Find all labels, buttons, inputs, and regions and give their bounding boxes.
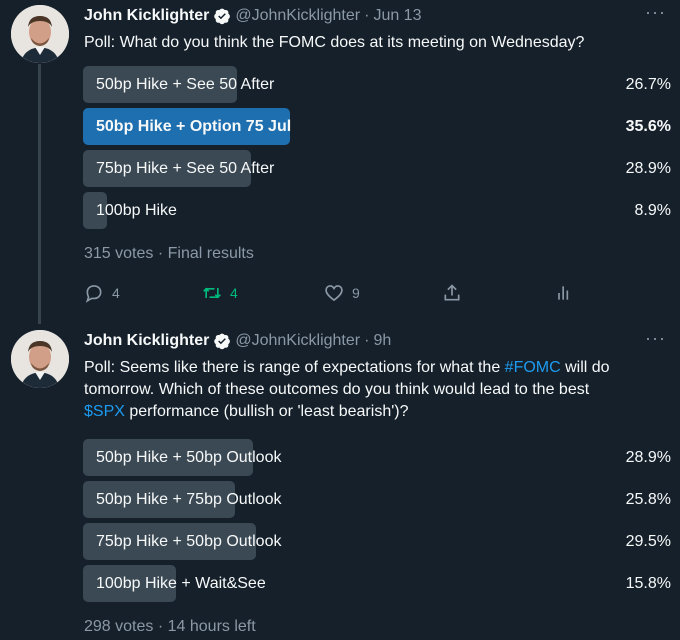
poll-option-label: 75bp Hike + 50bp Outlook bbox=[96, 533, 282, 550]
analytics-button[interactable] bbox=[554, 282, 582, 304]
poll-status: 14 hours left bbox=[167, 618, 256, 635]
separator: · bbox=[364, 332, 370, 349]
text-segment: Poll: Seems like there is range of expec… bbox=[84, 359, 505, 376]
poll-option-percent: 35.6% bbox=[625, 118, 671, 135]
tweet-actions: 4 4 9 bbox=[84, 282, 584, 306]
like-button[interactable]: 9 bbox=[324, 282, 360, 304]
hashtag-link[interactable]: #FOMC bbox=[505, 359, 561, 376]
poll-option-winner: 50bp Hike + Option 75 Jul 35.6% bbox=[83, 108, 672, 145]
author-name[interactable]: John Kicklighter bbox=[84, 332, 209, 350]
avatar-photo bbox=[11, 330, 69, 388]
share-icon bbox=[444, 284, 460, 301]
separator: · bbox=[364, 7, 370, 24]
avatar[interactable] bbox=[11, 330, 69, 388]
tweet-text-line: tomorrow. Which of these outcomes do you… bbox=[84, 381, 590, 398]
poll-status: Final results bbox=[167, 245, 254, 262]
poll-votes: 298 votes bbox=[84, 618, 154, 635]
avatar[interactable] bbox=[11, 5, 69, 63]
reply-button[interactable]: 4 bbox=[84, 282, 120, 304]
tweet-header: John Kicklighter @JohnKicklighter · 9h bbox=[84, 331, 391, 351]
timestamp[interactable]: 9h bbox=[373, 332, 391, 350]
timestamp[interactable]: Jun 13 bbox=[373, 7, 421, 25]
verified-badge-icon bbox=[214, 333, 231, 350]
poll-option: 50bp Hike + 75bp Outlook 25.8% bbox=[83, 481, 672, 518]
poll-option-percent: 8.9% bbox=[634, 202, 671, 219]
verified-badge-icon bbox=[214, 8, 231, 25]
poll-option-label: 100bp Hike bbox=[96, 202, 177, 219]
share-button[interactable] bbox=[442, 282, 470, 304]
like-count: 9 bbox=[352, 285, 360, 301]
tweet-text: Poll: What do you think the FOMC does at… bbox=[84, 34, 585, 51]
tweet-text-line: Poll: Seems like there is range of expec… bbox=[84, 357, 664, 379]
poll: 50bp Hike + See 50 After 26.7% 50bp Hike… bbox=[83, 66, 672, 234]
tweet-header: John Kicklighter @JohnKicklighter · Jun … bbox=[84, 6, 421, 26]
poll-option-label: 50bp Hike + See 50 After bbox=[96, 76, 275, 93]
poll-option: 50bp Hike + See 50 After 26.7% bbox=[83, 66, 672, 103]
text-segment: performance (bullish or 'least bearish')… bbox=[124, 403, 409, 420]
thread-line bbox=[38, 64, 41, 324]
tweet-2[interactable]: John Kicklighter @JohnKicklighter · 9h ·… bbox=[0, 326, 680, 640]
tweet-text-line: $SPX performance (bullish or 'least bear… bbox=[84, 401, 664, 423]
poll-option-label: 50bp Hike + Option 75 Jul bbox=[96, 118, 292, 135]
poll-option-percent: 25.8% bbox=[625, 491, 671, 508]
separator: · bbox=[157, 245, 164, 262]
poll-option: 75bp Hike + See 50 After 28.9% bbox=[83, 150, 672, 187]
poll: 50bp Hike + 50bp Outlook 28.9% 50bp Hike… bbox=[83, 439, 672, 607]
poll-option-percent: 26.7% bbox=[625, 76, 671, 93]
text-segment: will do bbox=[560, 359, 610, 376]
poll-option-label: 50bp Hike + 50bp Outlook bbox=[96, 449, 282, 466]
poll-meta: 298 votes · 14 hours left bbox=[84, 618, 256, 636]
poll-option: 100bp Hike 8.9% bbox=[83, 192, 672, 229]
reply-count: 4 bbox=[112, 285, 120, 301]
poll-option-percent: 29.5% bbox=[625, 533, 671, 550]
author-handle[interactable]: @JohnKicklighter bbox=[235, 332, 360, 350]
author-name[interactable]: John Kicklighter bbox=[84, 7, 209, 25]
more-icon[interactable]: ··· bbox=[645, 328, 666, 349]
poll-option: 75bp Hike + 50bp Outlook 29.5% bbox=[83, 523, 672, 560]
retweet-icon bbox=[203, 287, 221, 299]
poll-meta: 315 votes · Final results bbox=[84, 245, 254, 263]
author-handle[interactable]: @JohnKicklighter bbox=[235, 7, 360, 25]
retweet-button[interactable]: 4 bbox=[202, 282, 238, 304]
like-icon bbox=[325, 285, 343, 302]
poll-votes: 315 votes bbox=[84, 245, 154, 262]
poll-option-label: 100bp Hike + Wait&See bbox=[96, 575, 266, 592]
poll-option-percent: 15.8% bbox=[625, 575, 671, 592]
reply-icon bbox=[85, 285, 102, 303]
cashtag-link[interactable]: $SPX bbox=[84, 403, 125, 420]
poll-option-percent: 28.9% bbox=[625, 160, 671, 177]
poll-option: 50bp Hike + 50bp Outlook 28.9% bbox=[83, 439, 672, 476]
poll-option-label: 50bp Hike + 75bp Outlook bbox=[96, 491, 282, 508]
poll-option-percent: 28.9% bbox=[625, 449, 671, 466]
avatar-photo bbox=[11, 5, 69, 63]
tweet-text: Poll: Seems like there is range of expec… bbox=[84, 357, 664, 423]
more-icon[interactable]: ··· bbox=[645, 2, 666, 23]
retweet-count: 4 bbox=[230, 285, 238, 301]
separator: · bbox=[157, 618, 164, 635]
poll-option: 100bp Hike + Wait&See 15.8% bbox=[83, 565, 672, 602]
tweet-1[interactable]: John Kicklighter @JohnKicklighter · Jun … bbox=[0, 0, 680, 324]
analytics-icon bbox=[558, 286, 569, 300]
poll-option-label: 75bp Hike + See 50 After bbox=[96, 160, 275, 177]
